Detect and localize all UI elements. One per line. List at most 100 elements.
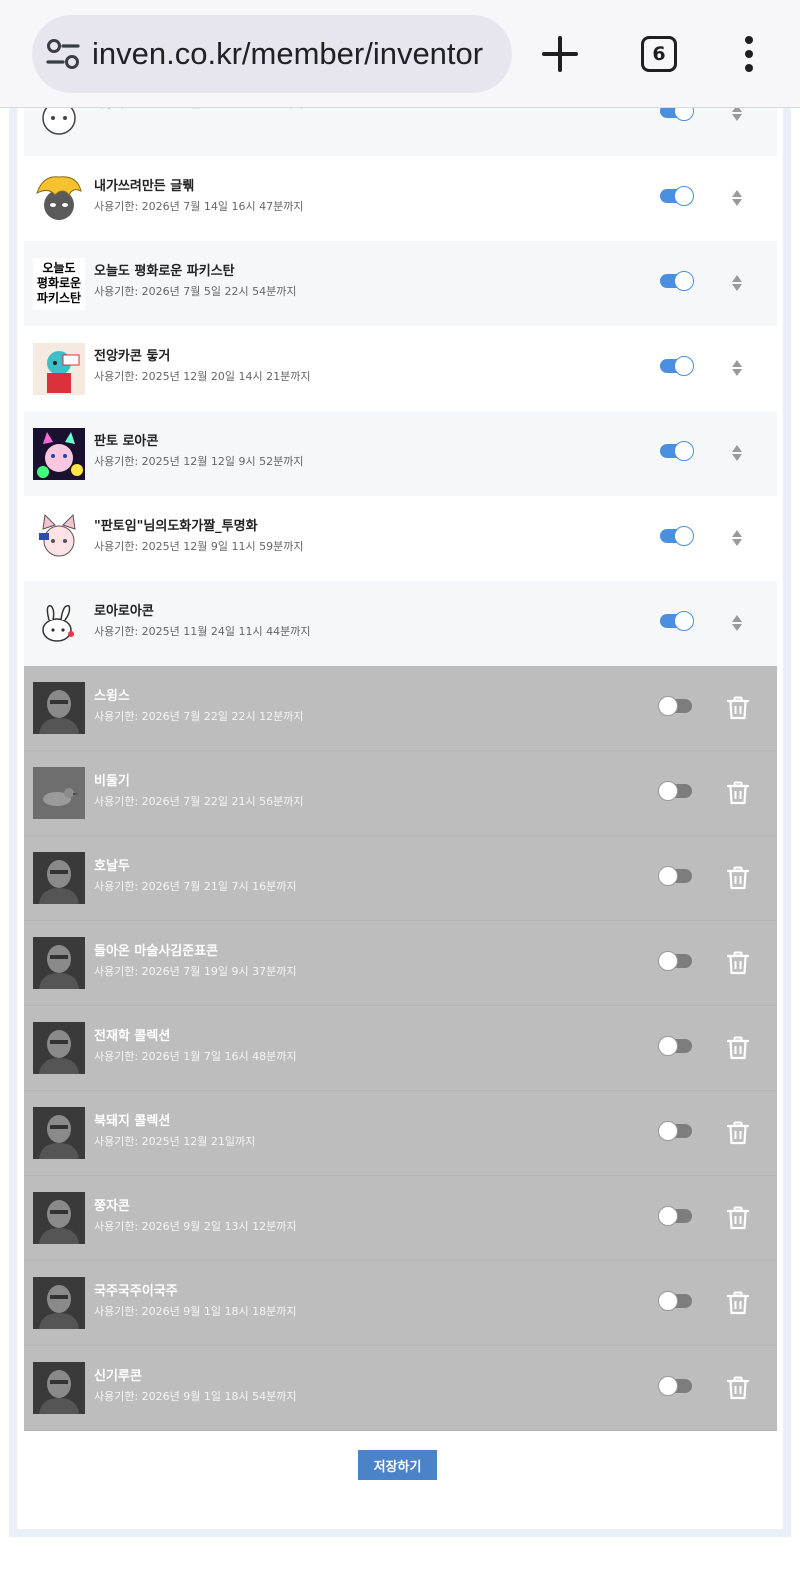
emoticon-expiry: 사용기한: 2025년 12월 9일 11시 59분까지 [94, 540, 304, 553]
emoticon-expiry: 사용기한: 2026년 1월 7일 16시 48분까지 [94, 1050, 297, 1063]
emoticon-expiry: 사용기한: 2025년 12월 20일 14시 21분까지 [94, 370, 311, 383]
photo-person-icon [33, 1022, 85, 1074]
reorder-arrows-icon[interactable] [731, 188, 743, 208]
emoticon-row: 쭝자콘 사용기한: 2026년 9월 2일 13시 12분까지 [24, 1176, 777, 1261]
emoticon-name: 판토 로아콘 [94, 434, 159, 449]
emoticon-row: 국주국주이국주 사용기한: 2026년 9월 1일 18시 18분까지 [24, 1261, 777, 1346]
emoticon-name: 쭝자콘 [94, 1199, 130, 1214]
toggle-off[interactable] [658, 1376, 692, 1396]
reorder-arrows-icon[interactable] [731, 358, 743, 378]
new-tab-icon[interactable] [540, 34, 580, 74]
emoticon-name: 신기루콘 [94, 1369, 142, 1384]
emoticon-name: 오늘도 평화로운 파키스탄 [94, 264, 235, 279]
emoticon-expiry: 사용기한: 2026년 7월 22일 22시 12분까지 [94, 710, 304, 723]
toggle-off[interactable] [658, 1121, 692, 1141]
emoticon-name: 북돼지 콜렉션 [94, 1114, 171, 1129]
trash-icon[interactable] [727, 1036, 749, 1060]
toggle-off[interactable] [658, 1291, 692, 1311]
toggle-on[interactable] [660, 441, 694, 461]
emoticon-expiry: 사용기한: 2025년 11월 24일 11시 44분까지 [94, 625, 311, 638]
emoticon-expiry: 사용기한: 2026년 9월 1일 18시 18분까지 [94, 1305, 297, 1318]
photo-person-icon [33, 1192, 85, 1244]
emoticon-name: 내가쓰려만든 글뤢 [94, 179, 195, 194]
emoticon-name: 국주국주이국주 [94, 1284, 178, 1299]
save-area: 저장하기 [358, 1450, 437, 1480]
reorder-arrows-icon[interactable] [731, 613, 743, 633]
emoticon-row: 신기루콘 사용기한: 2026년 9월 1일 18시 54분까지 [24, 1346, 777, 1431]
emoticon-row: 전재학 콜렉션 사용기한: 2026년 1월 7일 16시 48분까지 [24, 1006, 777, 1091]
emoticon-row: "판토임"님의도화가짤_투명화 사용기한: 2025년 12월 9일 11시 5… [24, 496, 777, 581]
thumbnail-text: 오늘도 [42, 261, 76, 275]
trash-icon[interactable] [727, 1206, 749, 1230]
toggle-off[interactable] [658, 951, 692, 971]
emoticon-expiry: 사용기한: 2026년 9월 1일 18시 54분까지 [94, 1390, 297, 1403]
toggle-on[interactable] [660, 526, 694, 546]
toggle-off[interactable] [658, 866, 692, 886]
toggle-off[interactable] [658, 696, 692, 716]
emoticon-list: 사용기한: 2026년 7월 14일 16시 47분까지 내가쓰려만든 글뤢 사… [24, 71, 777, 1431]
trash-icon[interactable] [727, 696, 749, 720]
emoticon-name: 로아로아콘 [94, 604, 154, 619]
reorder-arrows-icon[interactable] [731, 528, 743, 548]
emoticon-row: 판토 로아콘 사용기한: 2025년 12월 12일 9시 52분까지 [24, 411, 777, 496]
bunny-doodle-icon [33, 598, 85, 650]
emoticon-row: 스윙스 사용기한: 2026년 7월 22일 22시 12분까지 [24, 666, 777, 751]
emoticon-name: 전앙카콘 둫거 [94, 349, 171, 364]
save-button[interactable]: 저장하기 [358, 1450, 437, 1480]
photo-person-icon [33, 937, 85, 989]
emoticon-expiry: 사용기한: 2026년 9월 2일 13시 12분까지 [94, 1220, 297, 1233]
emoticon-row: 호날두 사용기한: 2026년 7월 21일 7시 16분까지 [24, 836, 777, 921]
emoticon-expiry: 사용기한: 2025년 12월 21일까지 [94, 1135, 256, 1148]
site-settings-icon[interactable] [46, 38, 80, 70]
toggle-on[interactable] [660, 271, 694, 291]
emoticon-name: 비둘기 [94, 774, 130, 789]
emoticon-expiry: 사용기한: 2026년 7월 14일 16시 47분까지 [94, 200, 304, 213]
toggle-on[interactable] [660, 186, 694, 206]
emoticon-row: 전앙카콘 둫거 사용기한: 2025년 12월 20일 14시 21분까지 [24, 326, 777, 411]
emoticon-row: 내가쓰려만든 글뤢 사용기한: 2026년 7월 14일 16시 47분까지 [24, 156, 777, 241]
character-icon [33, 342, 85, 395]
emoticon-expiry: 사용기한: 2026년 7월 21일 7시 16분까지 [94, 880, 297, 893]
trash-icon[interactable] [727, 1291, 749, 1315]
trash-icon[interactable] [727, 951, 749, 975]
address-bar[interactable]: inven.co.kr/member/inventor [32, 15, 512, 93]
tab-count: 6 [652, 43, 666, 65]
toggle-on[interactable] [660, 356, 694, 376]
toggle-off[interactable] [658, 781, 692, 801]
url-text: inven.co.kr/member/inventor [92, 36, 484, 71]
yellow-hair-face-icon [33, 173, 85, 225]
emoticon-row: 북돼지 콜렉션 사용기한: 2025년 12월 21일까지 [24, 1091, 777, 1176]
emoticon-expiry: 사용기한: 2026년 7월 22일 21시 56분까지 [94, 795, 304, 808]
photo-person-icon [33, 1107, 85, 1159]
emoticon-expiry: 사용기한: 2025년 12월 12일 9시 52분까지 [94, 455, 304, 468]
reorder-arrows-icon[interactable] [731, 443, 743, 463]
toggle-on[interactable] [660, 611, 694, 631]
trash-icon[interactable] [727, 1376, 749, 1400]
tab-switcher-button[interactable]: 6 [641, 36, 677, 72]
emoticon-row: 로아로아콘 사용기한: 2025년 11월 24일 11시 44분까지 [24, 581, 777, 666]
photo-person-icon [33, 1277, 85, 1329]
thumbnail-text: 파키스탄 [36, 291, 82, 305]
reorder-arrows-icon[interactable] [731, 273, 743, 293]
emoticon-expiry: 사용기한: 2026년 7월 19일 9시 37분까지 [94, 965, 297, 978]
emoticon-name: 돌아온 마술사김준표콘 [94, 944, 219, 959]
photo-person-icon [33, 1362, 85, 1414]
trash-icon[interactable] [727, 781, 749, 805]
emoticon-name: 호날두 [94, 859, 130, 874]
emoticon-name: "판토임"님의도화가짤_투명화 [94, 519, 258, 534]
text-badge-icon: 오늘도 평화로운 파키스탄 [33, 257, 85, 310]
emoticon-row: 돌아온 마술사김준표콘 사용기한: 2026년 7월 19일 9시 37분까지 [24, 921, 777, 1006]
trash-icon[interactable] [727, 866, 749, 890]
toggle-off[interactable] [658, 1206, 692, 1226]
pink-cat-girl-icon [33, 513, 85, 565]
emoticon-name: 전재학 콜렉션 [94, 1029, 171, 1044]
photo-pigeon-icon [33, 767, 85, 819]
trash-icon[interactable] [727, 1121, 749, 1145]
photo-person-icon [33, 852, 85, 904]
thumbnail-text: 평화로운 [36, 276, 82, 290]
emoticon-name: 스윙스 [94, 689, 130, 704]
emoticon-row: 오늘도 평화로운 파키스탄 오늘도 평화로운 파키스탄 사용기한: 2026년 7월… [24, 241, 777, 326]
toggle-off[interactable] [658, 1036, 692, 1056]
more-menu-icon[interactable] [744, 36, 754, 72]
photo-person-icon [33, 682, 85, 734]
